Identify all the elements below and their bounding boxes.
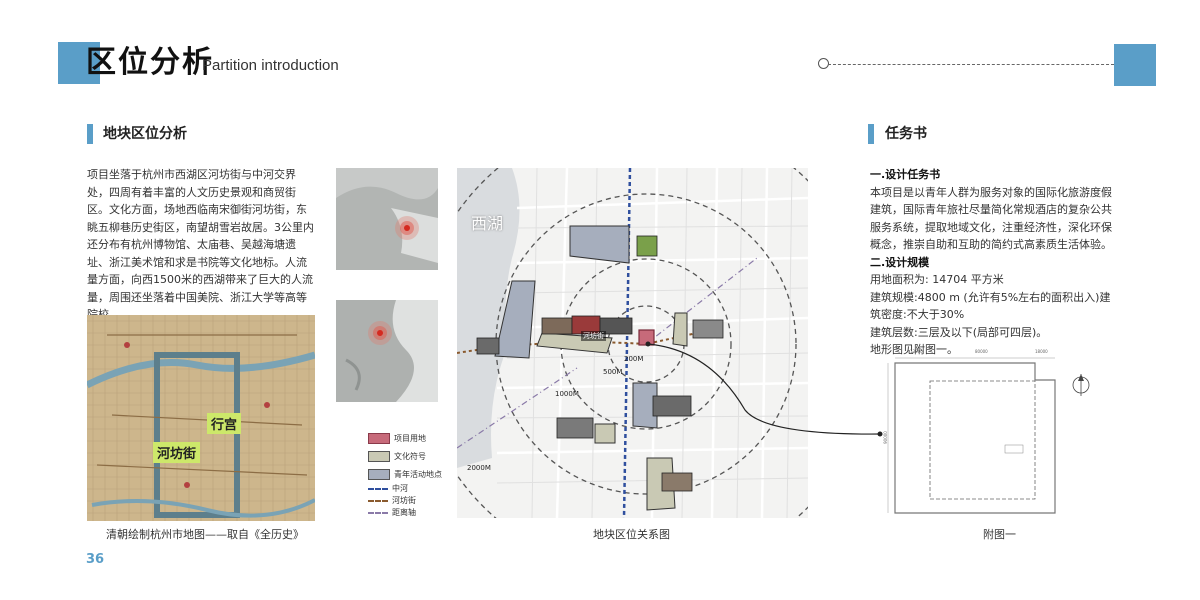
- brief-line: 用地面积为: 14704 平方米: [870, 273, 1004, 286]
- brief-paragraph-1: 本项目是以青年人群为服务对象的国际化旅游度假建筑，国际青年旅社尽量简化常规酒店的…: [870, 185, 1112, 252]
- section-bar-right: [868, 124, 874, 144]
- main-map-caption: 地块区位关系图: [593, 528, 670, 541]
- map-legend: 项目用地 文化符号 青年活动地点 中河 河坊街 距离轴: [368, 433, 458, 519]
- site-connector-line: [645, 341, 883, 437]
- legend-item: 项目用地: [368, 433, 458, 445]
- ring-label-500m: 500M: [603, 368, 623, 376]
- old-map-label-palace: 行宫: [207, 413, 242, 434]
- header-dashed-line: [828, 64, 1114, 65]
- old-map-label-street: 河坊街: [153, 442, 201, 463]
- plan-dim-top-3: 18000: [1035, 349, 1048, 354]
- brief-line: 建筑规模:4800 m (允许有5%左右的面积出入)建筑密度:不大于30%: [870, 290, 1111, 322]
- page-subtitle: Partition introduction: [202, 57, 339, 74]
- legend-swatch-site: [368, 433, 390, 444]
- legend-swatch-youth: [368, 469, 390, 480]
- satellite-image-zhejiang: [336, 300, 438, 402]
- location-paragraph: 项目坐落于杭州市西湖区河坊街与中河交界处，四周有着丰富的人文历史景观和商贸街区。…: [87, 168, 314, 321]
- brief-line: 建筑层数:三层及以下(局部可四层)。: [870, 325, 1048, 339]
- legend-line-axis: [368, 511, 388, 514]
- plan-caption: 附图一: [983, 528, 1016, 541]
- section-bar-left: [87, 124, 93, 144]
- legend-item: 河坊街: [368, 495, 458, 507]
- legend-item: 距离轴: [368, 507, 458, 519]
- design-brief-text: 一.设计任务书 本项目是以青年人群为服务对象的国际化旅游度假建筑，国际青年旅社尽…: [870, 166, 1120, 359]
- site-plan-figure: 13000 80000 18000 90000: [882, 349, 1101, 525]
- header-right-accent-block: [1114, 44, 1156, 86]
- ring-label-1000m: 1000M: [555, 390, 579, 398]
- legend-item: 青年活动地点: [368, 469, 458, 481]
- plan-dim-top-2: 80000: [975, 349, 988, 354]
- legend-item: 文化符号: [368, 451, 458, 463]
- legend-item: 中河: [368, 483, 458, 495]
- satellite-image-china: [336, 168, 438, 270]
- old-map-caption: 清朝绘制杭州市地图——取自《全历史》: [106, 528, 304, 541]
- section-title-location: 地块区位分析: [103, 126, 187, 142]
- legend-swatch-culture: [368, 451, 390, 462]
- plan-dim-top-1: 13000: [910, 349, 923, 354]
- ring-label-2000m: 2000M: [467, 464, 491, 472]
- map-street-label: 河坊街: [581, 331, 606, 341]
- brief-heading-1: 一.设计任务书: [870, 168, 941, 181]
- legend-line-street: [368, 499, 388, 502]
- plan-dim-left: 90000: [882, 431, 888, 444]
- page-title: 区位分析: [86, 45, 214, 80]
- brief-heading-2: 二.设计规模: [870, 255, 930, 269]
- qing-dynasty-map-image: 行宫 河坊街: [87, 315, 315, 521]
- legend-line-river: [368, 487, 388, 490]
- map-lake-label: 西湖: [471, 214, 504, 233]
- page-number: 36: [86, 552, 105, 567]
- section-title-brief: 任务书: [885, 126, 927, 142]
